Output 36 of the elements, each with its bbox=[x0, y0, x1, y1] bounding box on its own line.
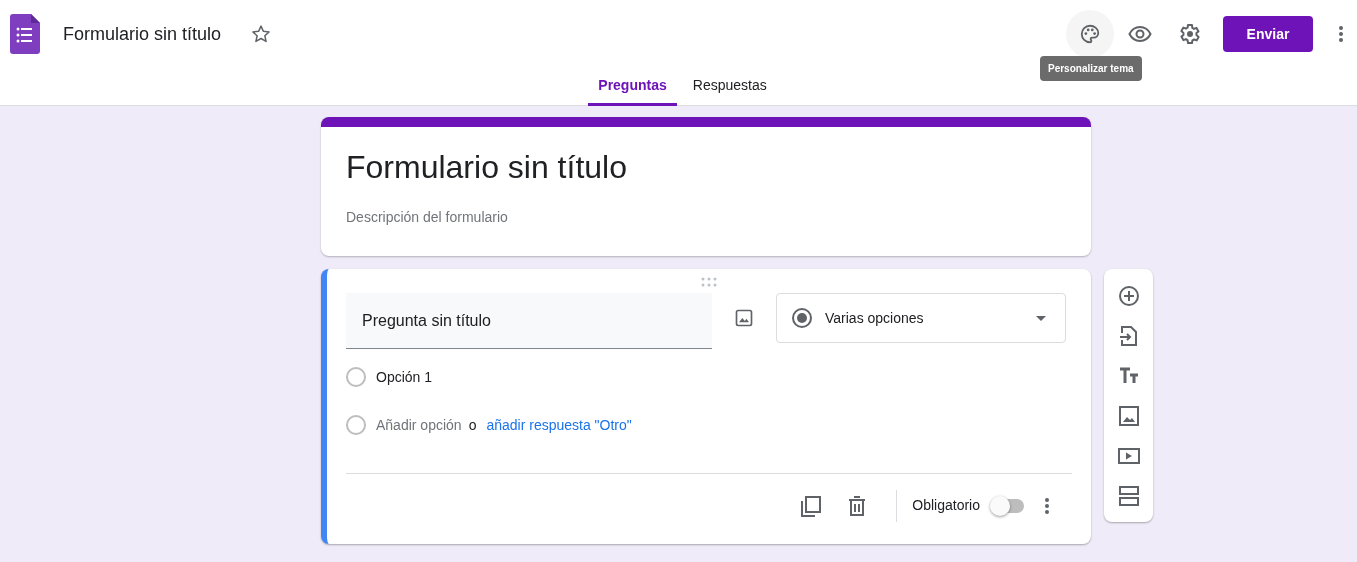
required-label: Obligatorio bbox=[912, 496, 980, 515]
form-title[interactable]: Formulario sin título bbox=[346, 147, 1066, 187]
video-icon[interactable] bbox=[1117, 445, 1140, 467]
drag-handle-icon[interactable] bbox=[701, 277, 717, 287]
question-type-label: Varias opciones bbox=[825, 308, 924, 328]
question-type-dropdown[interactable]: Varias opciones bbox=[776, 293, 1066, 343]
add-option-link[interactable]: Añadir opción bbox=[376, 414, 462, 436]
image-icon[interactable] bbox=[734, 308, 754, 328]
image-icon[interactable] bbox=[1117, 405, 1140, 427]
dropdown-caret-icon bbox=[1036, 315, 1046, 321]
duplicate-icon[interactable] bbox=[800, 494, 823, 517]
trash-icon[interactable] bbox=[848, 495, 867, 516]
radio-button-icon bbox=[346, 367, 366, 387]
option-label[interactable]: Opción 1 bbox=[376, 366, 433, 388]
section-icon[interactable] bbox=[1117, 485, 1140, 507]
send-button[interactable]: Enviar bbox=[1223, 16, 1313, 52]
add-circle-icon[interactable] bbox=[1117, 285, 1140, 307]
settings-icon[interactable] bbox=[1177, 22, 1201, 46]
import-icon[interactable] bbox=[1117, 325, 1140, 347]
required-toggle[interactable] bbox=[990, 495, 1026, 516]
tooltip: Personalizar tema bbox=[1040, 56, 1142, 81]
radio-button-icon bbox=[791, 307, 813, 329]
palette-button[interactable] bbox=[1066, 10, 1114, 58]
separator-text: o bbox=[468, 415, 477, 435]
form-title-field[interactable]: Formulario sin título bbox=[63, 20, 235, 48]
more-icon[interactable] bbox=[1338, 25, 1344, 43]
star-icon[interactable] bbox=[251, 24, 271, 44]
tab[interactable]: Respuestas bbox=[682, 68, 777, 106]
tab[interactable]: Preguntas bbox=[588, 68, 677, 106]
question-title-field[interactable]: Pregunta sin título bbox=[346, 293, 712, 349]
description-field[interactable]: Descripción del formulario bbox=[346, 207, 1066, 228]
palette-icon bbox=[1079, 23, 1101, 45]
forms-logo-icon[interactable] bbox=[10, 14, 40, 54]
radio-button-icon bbox=[346, 415, 366, 435]
more-icon[interactable] bbox=[1044, 496, 1050, 515]
add-other-link[interactable]: añadir respuesta "Otro" bbox=[486, 414, 632, 436]
